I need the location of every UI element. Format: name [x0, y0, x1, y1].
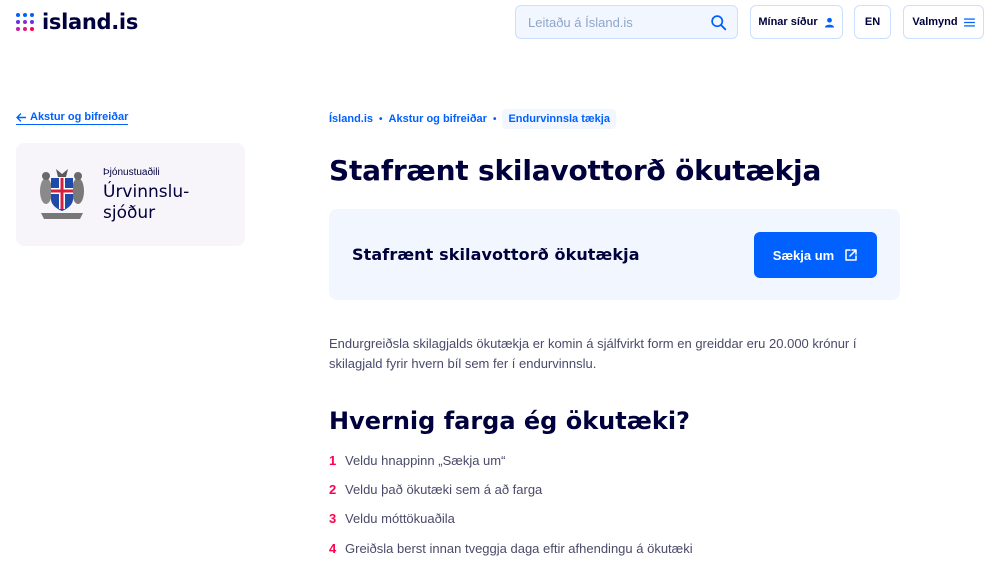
my-pages-label: Mínar síður: [758, 16, 818, 28]
language-button[interactable]: EN: [854, 5, 891, 39]
breadcrumb-current[interactable]: Endurvinnsla tækja: [502, 109, 616, 129]
step-text: Veldu hnappinn „Sækja um“: [345, 452, 506, 468]
logo-dot: [30, 13, 34, 17]
hamburger-icon: [963, 17, 975, 27]
breadcrumb-category[interactable]: Akstur og bifreiðar: [389, 113, 487, 125]
step-text: Veldu móttökuaðila: [345, 510, 455, 526]
breadcrumb-separator: •: [379, 113, 383, 125]
arrow-left-icon: [16, 112, 26, 122]
external-link-icon: [845, 249, 857, 261]
service-provider-card: Þjónustuaðili Úrvinnslu-sjóður: [16, 143, 245, 246]
back-link-label: Akstur og bifreiðar: [30, 111, 129, 123]
search-box[interactable]: [515, 5, 738, 39]
my-pages-button[interactable]: Mínar síður: [750, 5, 843, 39]
step-item: 3 Veldu móttökuaðila: [329, 508, 455, 528]
step-number: 3: [329, 510, 337, 526]
step-item: 2 Veldu það ökutæki sem á að farga: [329, 479, 542, 499]
step-item: 4 Greiðsla berst innan tveggja daga efti…: [329, 538, 693, 558]
step-text: Veldu það ökutæki sem á að farga: [345, 481, 543, 497]
search-icon[interactable]: [710, 14, 727, 31]
apply-button-label: Sækja um: [772, 247, 835, 263]
page-title: Stafrænt skilavottorð ökutækja: [329, 154, 822, 187]
search-input[interactable]: [528, 14, 710, 30]
logo-dot: [30, 20, 34, 24]
logo-dot: [16, 27, 20, 31]
logo-dot: [23, 13, 27, 17]
apply-button[interactable]: Sækja um: [754, 232, 877, 278]
logo-text: island.is: [42, 10, 139, 34]
logo-dot: [30, 27, 34, 31]
provider-label: Þjónustuaðili: [103, 167, 160, 178]
step-number: 4: [329, 540, 337, 556]
language-label: EN: [864, 16, 881, 28]
intro-text: Endurgreiðsla skilagjalds ökutækja er ko…: [329, 336, 857, 371]
breadcrumb: Ísland.is • Akstur og bifreiðar • Endurv…: [329, 108, 616, 130]
step-text: Greiðsla berst innan tveggja daga eftir …: [345, 540, 693, 556]
step-item: 1 Veldu hnappinn „Sækja um“: [329, 450, 505, 470]
coat-of-arms-icon: [40, 169, 84, 219]
step-number: 2: [329, 481, 337, 497]
site-header: island.is Mínar síður EN Valmynd: [0, 0, 1000, 44]
back-link[interactable]: Akstur og bifreiðar: [16, 111, 129, 125]
menu-label: Valmynd: [912, 16, 958, 28]
menu-button[interactable]: Valmynd: [903, 5, 984, 39]
apply-box-title: Stafrænt skilavottorð ökutækja: [352, 245, 640, 264]
logo-dot: [16, 13, 20, 17]
logo-dot: [23, 20, 27, 24]
section-title: Hvernig farga ég ökutæki?: [329, 407, 690, 435]
user-icon: [824, 17, 834, 28]
island-logo[interactable]: island.is: [16, 10, 138, 34]
logo-dots-icon: [16, 13, 34, 31]
logo-dot: [23, 27, 27, 31]
apply-box: Stafrænt skilavottorð ökutækja Sækja um: [329, 209, 900, 300]
logo-dot: [16, 20, 20, 24]
provider-name: Úrvinnslu-sjóður: [103, 182, 190, 223]
breadcrumb-separator: •: [492, 113, 497, 125]
breadcrumb-home[interactable]: Ísland.is: [329, 113, 373, 125]
step-number: 1: [329, 452, 337, 468]
